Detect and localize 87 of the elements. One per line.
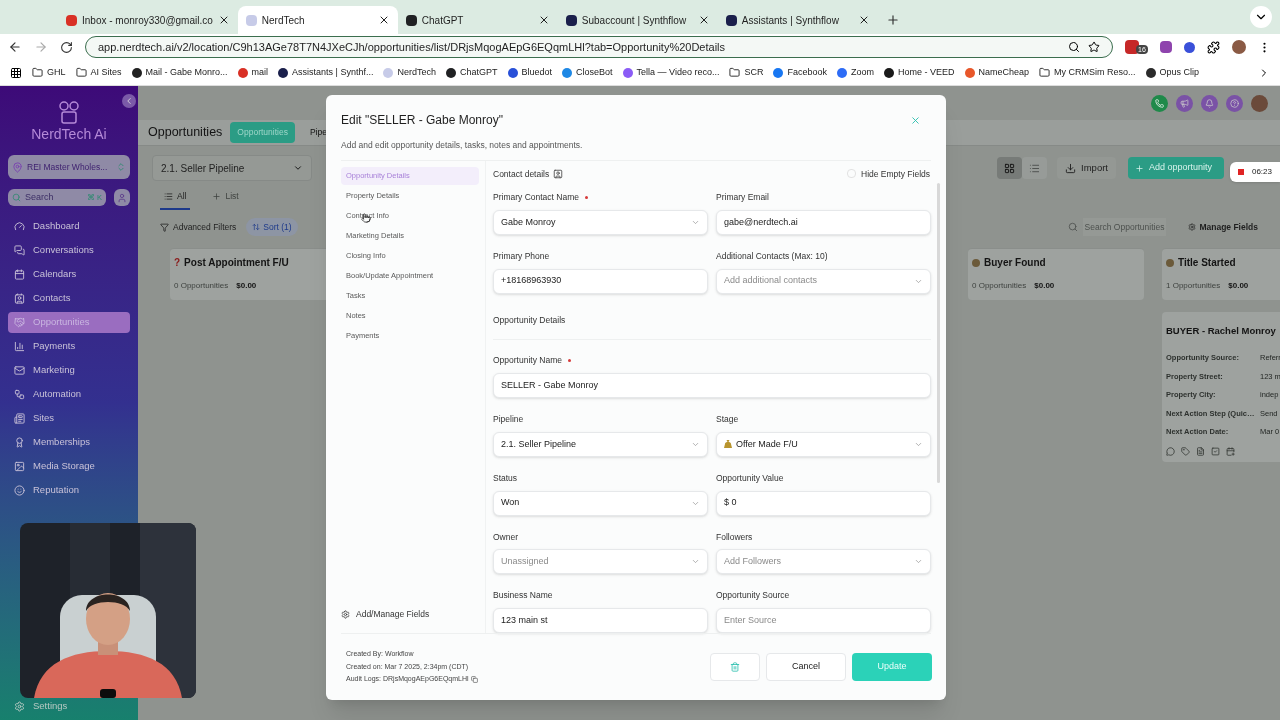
input-field[interactable]: gabe@nerdtech.ai	[716, 209, 931, 235]
hide-empty-fields-checkbox[interactable]: Hide Empty Fields	[847, 167, 930, 181]
dialog-title: Edit "SELLER - Gabe Monroy"	[341, 112, 503, 129]
dialog-subtitle: Add and edit opportunity details, tasks, notes and appointments.	[340, 139, 584, 152]
field-label: Owner	[493, 530, 519, 544]
section-heading: Contact details	[493, 167, 550, 181]
sidebar-item[interactable]: Conversations	[8, 240, 130, 261]
bookmark[interactable]: Bluedot	[507, 65, 553, 80]
bookmark[interactable]: My CRMSim Reso...	[1039, 65, 1136, 80]
bookmark[interactable]: mail	[237, 65, 269, 80]
bookmark[interactable]: Home - VEED	[884, 65, 955, 80]
field-label: Opportunity Value	[716, 471, 784, 485]
input-field[interactable]: 123 main st	[493, 608, 708, 633]
browser-tab[interactable]: Inbox - monroy330@gmail.co	[58, 6, 238, 34]
select-field[interactable]: Add Followers	[716, 549, 931, 575]
field-label: Business Name	[493, 589, 553, 602]
sidebar-item[interactable]: Sites	[8, 408, 130, 429]
manage-fields-button[interactable]: Manage Fields	[1188, 220, 1258, 234]
bookmark[interactable]: Tella — Video reco...	[622, 65, 720, 80]
stage-mark: ?	[174, 256, 181, 270]
column-amount: $0.00	[1034, 280, 1055, 292]
select-field[interactable]: 2.1. Seller Pipeline	[493, 431, 708, 457]
browser-tab[interactable]: NerdTech	[237, 6, 398, 34]
sidebar-item[interactable]: Automation	[8, 384, 130, 405]
field-label: Additional Contacts (Max: 10)	[716, 249, 828, 263]
bookmark[interactable]: Mail - Gabe Monro...	[131, 65, 228, 80]
field-label: Primary Contact Name	[493, 191, 579, 204]
field-label: Pipeline	[493, 413, 524, 426]
bookmark[interactable]: SCR	[729, 65, 764, 80]
sidebar-item[interactable]: Reputation	[8, 480, 130, 501]
sidebar-item[interactable]: Dashboard	[8, 216, 130, 237]
bookmark[interactable]: NameCheap	[964, 65, 1030, 80]
opportunity-count: 0 Opportunities	[972, 280, 1027, 292]
url-field[interactable]: app.nerdtech.ai/v2/location/C9h13AGe78T7N4JXeCJh/opportunities/list/DRjsMqogAEpG6EQqmLHl?tab=Opportunity%20Details	[85, 36, 1113, 58]
input-field[interactable]: Enter Source	[716, 608, 931, 633]
bookmark[interactable]: Opus Clip	[1145, 65, 1200, 80]
bookmark[interactable]: CloseBot	[562, 65, 613, 80]
column-amount: $0.00	[236, 280, 257, 292]
view-tab[interactable]: All	[160, 184, 191, 210]
sidebar-item[interactable]: Calendars	[8, 264, 130, 285]
bookmark[interactable]: Assistants | Synthf...	[278, 65, 374, 80]
bookmark[interactable]: AI Sites	[75, 65, 122, 80]
bookmark[interactable]: NerdTech	[383, 65, 436, 80]
browser-tab[interactable]: ChatGPT	[397, 6, 558, 34]
sidebar-item[interactable]: Contacts	[8, 288, 130, 309]
opportunity-count: 0 Opportunities	[174, 280, 229, 292]
page-title: Opportunities	[148, 124, 223, 142]
bookmark[interactable]: GHL	[32, 65, 66, 80]
field-label: Primary Email	[716, 191, 769, 204]
bookmark[interactable]: Zoom	[837, 65, 874, 80]
add-manage-fields-button[interactable]: Add/Manage Fields	[341, 608, 479, 621]
sidebar-item[interactable]: Media Storage	[8, 456, 130, 477]
section-heading: Opportunity Details	[493, 313, 567, 327]
sort-button[interactable]: Sort (1)	[246, 218, 298, 236]
input-field[interactable]: SELLER - Gabe Monroy	[493, 373, 931, 398]
column-title: Title Started	[1178, 256, 1236, 270]
column-title: Buyer Found	[984, 256, 1046, 270]
browser-tab[interactable]: Subaccount | Synthflow	[557, 6, 718, 34]
cancel-button[interactable]: Cancel	[766, 653, 846, 681]
recording-timer: 06:23	[1230, 162, 1280, 182]
field-label: Opportunity Name	[493, 354, 562, 367]
select-field[interactable]: Unassigned	[493, 549, 708, 575]
brand-name: NerdTech Ai	[30, 127, 108, 141]
field-label: Stage	[716, 413, 739, 426]
pipeline-select[interactable]: 2.1. Seller Pipeline	[152, 155, 312, 181]
sidebar-item[interactable]: Memberships	[8, 432, 130, 453]
bookmark[interactable]: ChatGPT	[446, 65, 498, 80]
bookmark[interactable]: Facebook	[773, 65, 827, 80]
input-field[interactable]: +18168963930	[493, 268, 708, 294]
field-label: Primary Phone	[493, 249, 550, 263]
account-switcher[interactable]: REI Master Wholes...	[8, 155, 130, 179]
select-field[interactable]: Gabe Monroy	[493, 209, 708, 235]
select-field[interactable]: Offer Made F/U	[716, 431, 931, 457]
sidebar-item[interactable]: Marketing	[8, 360, 130, 381]
column-amount: $0.00	[1228, 280, 1249, 292]
field-label: Opportunity Source	[716, 589, 790, 602]
import-button[interactable]: Import	[1057, 157, 1116, 179]
advanced-filters-button[interactable]: Advanced Filters	[160, 220, 237, 234]
select-field[interactable]: Add additional contacts	[716, 268, 931, 294]
field-label: Status	[493, 471, 518, 485]
input-field[interactable]: $ 0	[716, 490, 931, 516]
opportunity-count: 1 Opportunities	[1166, 280, 1221, 292]
sidebar-item[interactable]: Payments	[8, 336, 130, 357]
select-field[interactable]: Won	[493, 490, 708, 516]
column-title: Post Appointment F/U	[184, 256, 289, 270]
browser-tab[interactable]: Assistants | Synthflow	[717, 6, 878, 34]
field-label: Followers	[716, 530, 753, 544]
